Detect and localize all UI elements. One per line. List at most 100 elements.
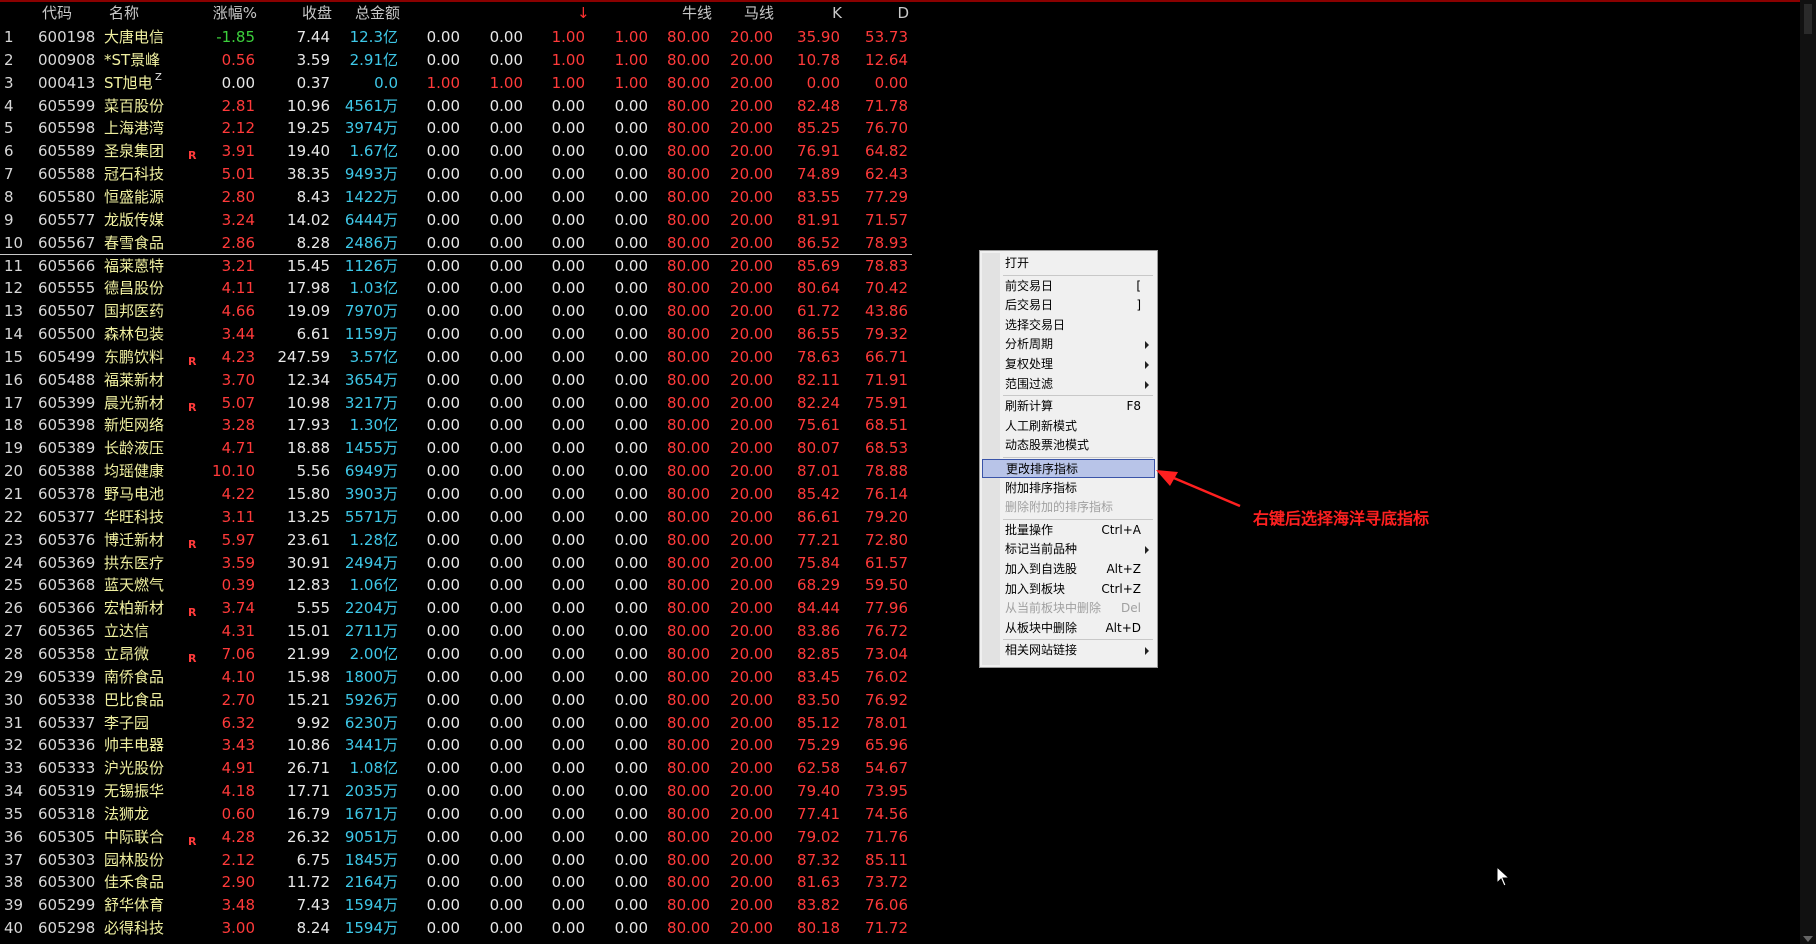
- value-col-4: 0.00: [614, 667, 648, 686]
- table-row[interactable]: 20 605388 均瑶健康 10.10 5.56 6949万 0.00 0.00 0.00 0.…: [0, 460, 920, 483]
- scrollbar-thumb[interactable]: [1804, 4, 1812, 34]
- k-value: 82.11: [797, 370, 840, 389]
- table-row[interactable]: 29 605339 南侨食品 4.10 15.98 1800万 0.00 0.00 0.00 0.…: [0, 666, 920, 689]
- table-row[interactable]: 34 605319 无锡振华 4.18 17.71 2035万 0.00 0.00 0.00 0.…: [0, 780, 920, 803]
- value-col-4: 0.00: [614, 507, 648, 526]
- table-row[interactable]: 30 605338 巴比食品 2.70 15.21 5926万 0.00 0.00 0.00 0.…: [0, 689, 920, 712]
- table-row[interactable]: 21 605378 野马电池 4.22 15.80 3903万 0.00 0.00 0.00 0.…: [0, 483, 920, 506]
- menu-item[interactable]: 加入到自选股 Alt+Z: [982, 560, 1155, 579]
- table-row[interactable]: 13 605507 国邦医药 4.66 19.09 7970万 0.00 0.00 0.00 0.…: [0, 300, 920, 323]
- table-row[interactable]: 5 605598 上海港湾 2.12 19.25 3974万 0.00 0.00 0.00 0.0…: [0, 117, 920, 140]
- table-row[interactable]: 40 605298 必得科技 3.00 8.24 1594万 0.00 0.00 0.00 0.0…: [0, 917, 920, 940]
- table-row[interactable]: 37 605303 园林股份 2.12 6.75 1845万 0.00 0.00 0.00 0.0…: [0, 849, 920, 872]
- menu-item[interactable]: 复权处理: [982, 355, 1155, 374]
- table-row[interactable]: 35 605318 法狮龙 0.60 16.79 1671万 0.00 0.00 0.00 0.0…: [0, 803, 920, 826]
- value-col-3: 0.00: [551, 827, 585, 846]
- table-row[interactable]: 32 605336 帅丰电器 3.43 10.86 3441万 0.00 0.00 0.00 0.…: [0, 734, 920, 757]
- k-value: 87.32: [797, 850, 840, 869]
- col-ma-header[interactable]: 马线: [712, 2, 774, 24]
- menu-item[interactable]: 标记当前品种: [982, 540, 1155, 559]
- ma-line: 20.00: [730, 50, 773, 69]
- table-row[interactable]: 27 605365 立达信 4.31 15.01 2711万 0.00 0.00 0.00 0.0…: [0, 620, 920, 643]
- menu-item[interactable]: 动态股票池模式: [982, 436, 1155, 455]
- col-name-header[interactable]: 名称: [109, 2, 139, 24]
- table-row[interactable]: 11 605566 福莱蒽特 3.21 15.45 1126万 0.00 0.00 0.00 0.…: [0, 255, 920, 278]
- col-close-header[interactable]: 收盘: [270, 2, 332, 24]
- table-row[interactable]: 39 605299 舒华体育 3.48 7.43 1594万 0.00 0.00 0.00 0.0…: [0, 894, 920, 917]
- table-row[interactable]: 4 605599 菜百股份 2.81 10.96 4561万 0.00 0.00 0.00 0.0…: [0, 95, 920, 118]
- table-row[interactable]: 3 000413 ST旭电 0.00 0.37 0.0 1.00 1.00 1.00 1.00 80…: [0, 72, 920, 95]
- table-row[interactable]: 2 000908 *ST景峰 0.56 3.59 2.91亿 0.00 0.00 1.00 1.0…: [0, 49, 920, 72]
- d-value: 76.72: [865, 622, 908, 641]
- table-row[interactable]: 1 600198 大唐电信 -1.85 7.44 12.3亿 0.00 0.00 1.00 1.0…: [0, 26, 920, 49]
- table-row[interactable]: 6 605589 圣泉集团 3.91 19.40 1.67亿 0.00 0.00 0.00 0.0…: [0, 140, 920, 163]
- menu-item[interactable]: 加入到板块 Ctrl+Z: [982, 580, 1155, 599]
- menu-item[interactable]: 打开: [982, 254, 1155, 273]
- table-row[interactable]: 38 605300 佳禾食品 2.90 11.72 2164万 0.00 0.00 0.00 0.…: [0, 871, 920, 894]
- value-col-1: 0.00: [426, 347, 460, 366]
- table-row[interactable]: 25 605368 蓝天燃气 0.39 12.83 1.06亿 0.00 0.00 0.00 0.…: [0, 574, 920, 597]
- value-col-4: 0.00: [614, 347, 648, 366]
- k-value: 10.78: [797, 50, 840, 69]
- k-value: 74.89: [797, 165, 840, 184]
- stock-code: 605299: [38, 896, 96, 915]
- stock-name: 长龄液压: [104, 439, 165, 458]
- vertical-scrollbar[interactable]: [1800, 0, 1816, 944]
- table-row[interactable]: 10 605567 春雪食品 2.86 8.28 2486万 0.00 0.00 0.00 0.0…: [0, 232, 920, 255]
- col-k-header[interactable]: K: [790, 2, 842, 24]
- table-row[interactable]: 18 605398 新炬网络 3.28 17.93 1.30亿 0.00 0.00 0.00 0.…: [0, 414, 920, 437]
- change-pct: 4.91: [221, 759, 255, 778]
- value-col-2: 0.00: [489, 804, 523, 823]
- table-row[interactable]: 36 605305 中际联合 4.28 26.32 9051万 0.00 0.00 0.00 0.…: [0, 826, 920, 849]
- value-col-1: 0.00: [426, 850, 460, 869]
- table-row[interactable]: 16 605488 福莱新材 3.70 12.34 3654万 0.00 0.00 0.00 0.…: [0, 369, 920, 392]
- table-row[interactable]: 12 605555 德昌股份 4.11 17.98 1.03亿 0.00 0.00 0.00 0.…: [0, 277, 920, 300]
- menu-item[interactable]: 后交易日]: [982, 296, 1155, 315]
- table-row[interactable]: 8 605580 恒盛能源 2.80 8.43 1422万 0.00 0.00 0.00 0.00…: [0, 186, 920, 209]
- menu-item[interactable]: 批量操作 Ctrl+A: [982, 521, 1155, 540]
- col-change-header[interactable]: 涨幅%: [195, 2, 257, 24]
- k-value: 79.02: [797, 827, 840, 846]
- stock-name: 帅丰电器: [104, 736, 165, 755]
- menu-item[interactable]: 选择交易日: [982, 316, 1155, 335]
- col-amount-header[interactable]: 总金额: [335, 2, 400, 24]
- change-pct: 2.80: [221, 187, 255, 206]
- menu-item[interactable]: 附加排序指标: [982, 479, 1155, 498]
- table-row[interactable]: 22 605377 华旺科技 3.11 13.25 5571万 0.00 0.00 0.00 0.…: [0, 506, 920, 529]
- menu-item[interactable]: 更改排序指标: [982, 459, 1155, 478]
- table-row[interactable]: 17 605399 晨光新材 5.07 10.98 3217万 0.00 0.00 0.00 0.…: [0, 392, 920, 415]
- menu-item[interactable]: 分析周期: [982, 335, 1155, 354]
- table-row[interactable]: 15 605499 东鹏饮料 4.23 247.59 3.57亿 0.00 0.00 0.00 0…: [0, 346, 920, 369]
- table-row[interactable]: 31 605337 李子园 6.32 9.92 6230万 0.00 0.00 0.00 0.00…: [0, 712, 920, 735]
- col-d-header[interactable]: D: [855, 2, 909, 24]
- value-col-4: 0.00: [614, 873, 648, 892]
- row-index: 7: [4, 165, 14, 184]
- menu-item[interactable]: 人工刷新模式: [982, 417, 1155, 436]
- table-row[interactable]: 24 605369 拱东医疗 3.59 30.91 2494万 0.00 0.00 0.00 0.…: [0, 552, 920, 575]
- table-row[interactable]: 33 605333 沪光股份 4.91 26.71 1.08亿 0.00 0.00 0.00 0.…: [0, 757, 920, 780]
- col-code-header[interactable]: 代码: [42, 2, 72, 24]
- table-row[interactable]: 26 605366 宏柏新材 3.74 5.55 2204万 0.00 0.00 0.00 0.0…: [0, 597, 920, 620]
- table-row[interactable]: 14 605500 森林包装 3.44 6.61 1159万 0.00 0.00 0.00 0.0…: [0, 323, 920, 346]
- ma-line: 20.00: [730, 279, 773, 298]
- value-col-4: 0.00: [614, 690, 648, 709]
- menu-item[interactable]: 范围过滤: [982, 375, 1155, 394]
- value-col-1: 0.00: [426, 96, 460, 115]
- change-pct: 0.56: [221, 50, 255, 69]
- menu-item-shortcut: Alt+D: [1105, 620, 1141, 635]
- table-row[interactable]: 19 605389 长龄液压 4.71 18.88 1455万 0.00 0.00 0.00 0.…: [0, 437, 920, 460]
- k-value: 80.64: [797, 279, 840, 298]
- table-row[interactable]: 9 605577 龙版传媒 3.24 14.02 6444万 0.00 0.00 0.00 0.0…: [0, 209, 920, 232]
- menu-item[interactable]: 前交易日 [: [982, 277, 1155, 296]
- menu-item[interactable]: 刷新计算 F8: [982, 397, 1155, 416]
- table-row[interactable]: 7 605588 冠石科技 5.01 38.35 9493万 0.00 0.00 0.00 0.0…: [0, 163, 920, 186]
- scroll-down-icon[interactable]: [1803, 936, 1813, 942]
- table-row[interactable]: 28 605358 立昂微 7.06 21.99 2.00亿 0.00 0.00 0.00 0.0…: [0, 643, 920, 666]
- menu-item-shortcut: Ctrl+Z: [1101, 581, 1141, 596]
- table-row[interactable]: 23 605376 博迁新材 5.97 23.61 1.28亿 0.00 0.00 0.00 0.…: [0, 529, 920, 552]
- sort-desc-arrow-icon[interactable]: ↓: [577, 2, 590, 24]
- col-niu-header[interactable]: 牛线: [650, 2, 712, 24]
- menu-item[interactable]: 从板块中删除 Alt+D: [982, 619, 1155, 638]
- menu-item[interactable]: 相关网站链接: [982, 641, 1155, 660]
- stock-name: 野马电池: [104, 485, 165, 503]
